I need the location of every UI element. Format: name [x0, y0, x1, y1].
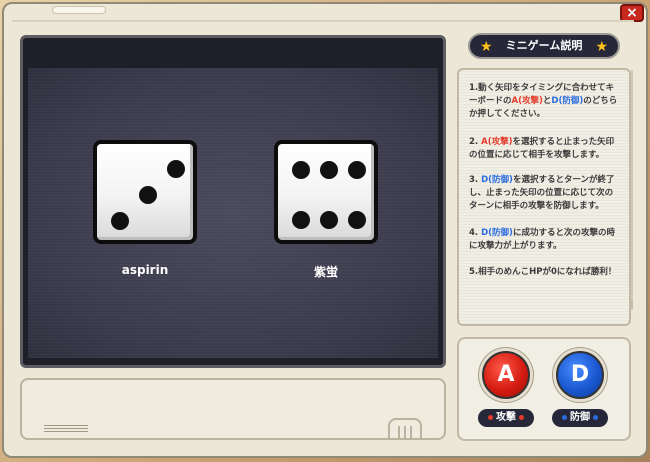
die-pip: [111, 212, 129, 230]
star-icon: ★: [595, 39, 608, 55]
die-pip: [139, 186, 157, 204]
window-divider: [12, 20, 634, 22]
attack-label: 攻撃: [478, 409, 534, 427]
die-pip: [292, 211, 310, 229]
die-pip: [320, 161, 338, 179]
attack-button[interactable]: A: [482, 351, 530, 399]
panel-title-text: ミニゲーム説明: [505, 39, 583, 52]
die-player-1: [93, 140, 197, 244]
rule-5: 5.相手のめんこHPが0になれば勝利！: [469, 267, 617, 277]
die-pip: [348, 211, 366, 229]
player-name: aspirin: [121, 263, 169, 277]
die-pip: [292, 161, 310, 179]
game-screen: [20, 35, 446, 368]
rule-3: 3. D(防御)を選択するとターンが終了し、止まった矢印の位置に応じて次のターン…: [469, 175, 615, 211]
rule-1: 1.動く矢印をタイミングに合わせてキーボードのA(攻撃)とD(防御)のどちらか押…: [469, 83, 618, 119]
defend-label: 防御: [552, 409, 608, 427]
die-pip: [348, 161, 366, 179]
player-name: 紫蛍: [313, 265, 338, 279]
decor-pillar: [388, 418, 422, 438]
rules-panel: 1.動く矢印をタイミングに合わせてキーボードのA(攻撃)とD(防御)のどちらか押…: [457, 68, 631, 326]
defend-button[interactable]: D: [556, 351, 604, 399]
rule-4: 4. D(防御)に成功すると次の攻撃の時に攻撃力が上がります。: [469, 228, 615, 251]
die-player-2: [274, 140, 378, 244]
rule-2: 2. A(攻撃)を選択すると止まった矢印の位置に応じて相手を攻撃します。: [469, 137, 615, 160]
window-drag-handle[interactable]: [52, 6, 106, 14]
panel-title: ★ ミニゲーム説明 ★: [468, 33, 620, 59]
die-pip: [167, 160, 185, 178]
grip-lines: [44, 424, 88, 432]
message-panel: [20, 378, 446, 440]
star-icon: ★: [480, 39, 493, 55]
scrollbar-thumb[interactable]: [629, 300, 633, 308]
die-pip: [320, 211, 338, 229]
scrollbar-track[interactable]: [631, 70, 633, 310]
